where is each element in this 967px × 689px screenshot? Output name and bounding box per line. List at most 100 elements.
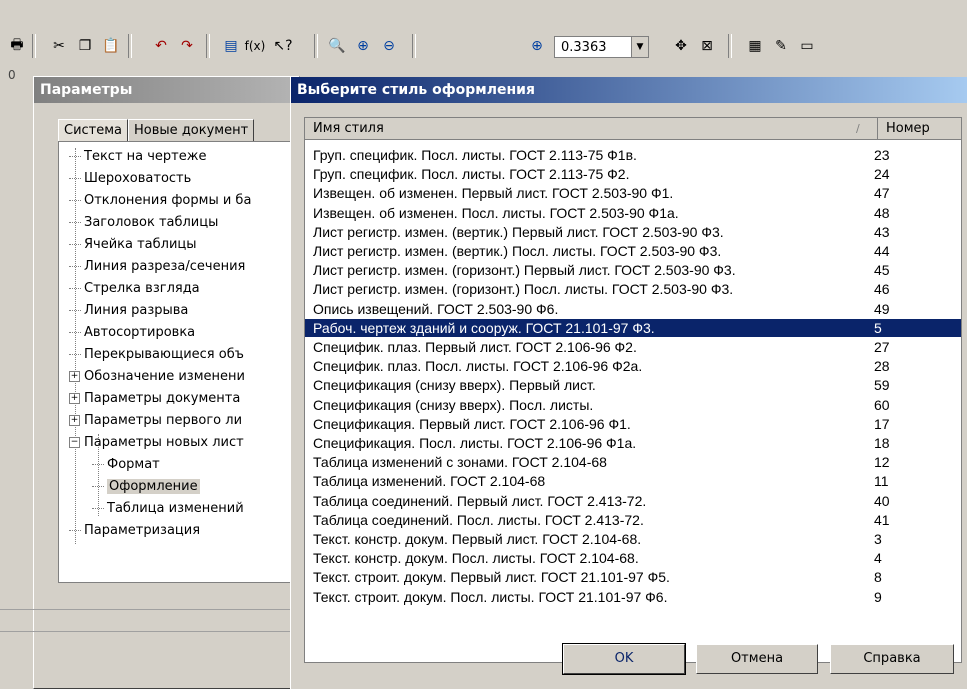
column-header-name[interactable]: Имя стиля ∕ xyxy=(305,118,878,140)
cut-icon[interactable]: ✂ xyxy=(48,35,70,57)
paste-icon[interactable]: 📋 xyxy=(100,35,122,57)
tree-item[interactable]: Автосортировка xyxy=(69,322,195,343)
tree-item[interactable]: Стрелка взгляда xyxy=(69,278,200,299)
tree-item[interactable]: + Параметры документа xyxy=(69,388,240,409)
tree-item[interactable]: + Параметры первого ли xyxy=(69,410,242,431)
style-name-cell: Таблица изменений. ГОСТ 2.104-68 xyxy=(313,473,546,490)
context-help-icon[interactable]: ↖? xyxy=(272,35,294,57)
formula-icon[interactable]: f(x) xyxy=(244,35,266,57)
redo-icon[interactable]: ↷ xyxy=(176,35,198,57)
wrench-icon[interactable]: ✎ xyxy=(770,35,792,57)
style-number-cell: 28 xyxy=(874,358,890,375)
show-all-icon[interactable]: ⊠ xyxy=(696,35,718,57)
zoom-dropdown-icon[interactable]: ▼ xyxy=(631,36,649,58)
tab-new-documents[interactable]: Новые документ xyxy=(128,119,255,142)
manager-icon[interactable]: ▤ xyxy=(220,35,242,57)
table-row[interactable]: Таблица изменений. ГОСТ 2.104-68 11 xyxy=(305,472,961,490)
style-list[interactable]: Имя стиля ∕ Номер Груп. специфик. Посл. … xyxy=(304,117,962,663)
table-row[interactable]: Текст. строит. докум. Посл. листы. ГОСТ … xyxy=(305,588,961,606)
table-row[interactable]: Текст. констр. докум. Посл. листы. ГОСТ … xyxy=(305,549,961,567)
style-number-cell: 27 xyxy=(874,339,890,355)
style-name-cell: Лист регистр. измен. (вертик.) Первый ли… xyxy=(313,223,724,240)
tree-item[interactable]: Шероховатость xyxy=(69,168,191,189)
tab-system[interactable]: Система xyxy=(58,119,129,142)
table-row[interactable]: Спецификация. Посл. листы. ГОСТ 2.106-96… xyxy=(305,434,961,452)
tree-item[interactable]: Формат xyxy=(92,454,160,475)
style-number-cell: 43 xyxy=(874,223,890,240)
tree-item[interactable]: Ячейка таблицы xyxy=(69,234,197,255)
tree-item[interactable]: Таблица изменений xyxy=(92,498,244,519)
tree-item[interactable]: + Обозначение изменени xyxy=(69,366,245,387)
table-row[interactable]: Специфик. плаз. Посл. листы. ГОСТ 2.106-… xyxy=(305,357,961,375)
ok-button[interactable]: OK xyxy=(562,643,686,675)
copy-icon[interactable]: ❐ xyxy=(74,35,96,57)
table-row[interactable]: Спецификация (снизу вверх). Первый лист.… xyxy=(305,376,961,394)
style-name-cell: Текст. строит. докум. Посл. листы. ГОСТ … xyxy=(313,588,668,605)
table-row[interactable]: Текст. строит. докум. Первый лист. ГОСТ … xyxy=(305,568,961,586)
print-preview-icon[interactable]: 🖶 xyxy=(6,35,28,57)
zoom-in-icon[interactable]: ⊕ xyxy=(352,35,374,57)
zoom-scale-icon[interactable]: ⊕ xyxy=(526,35,548,57)
table-row[interactable]: Спецификация. Первый лист. ГОСТ 2.106-96… xyxy=(305,415,961,433)
table-row[interactable]: Груп. специфик. Посл. листы. ГОСТ 2.113-… xyxy=(305,165,961,183)
tree-connector xyxy=(69,266,81,267)
table-row[interactable]: Опись извещений. ГОСТ 2.503-90 Ф6. 49 xyxy=(305,300,961,318)
expand-icon[interactable]: + xyxy=(69,371,80,382)
tree-item[interactable]: Отклонения формы и ба xyxy=(69,190,251,211)
table-row[interactable]: Текст. констр. докум. Первый лист. ГОСТ … xyxy=(305,530,961,548)
view-icon[interactable]: ▭ xyxy=(796,35,818,57)
tree-item[interactable]: Линия разреза/сечения xyxy=(69,256,245,277)
tree-item[interactable]: Оформление xyxy=(92,476,200,497)
style-name-cell: Таблица изменений с зонами. ГОСТ 2.104-6… xyxy=(313,454,607,471)
collapse-icon[interactable]: − xyxy=(69,437,80,448)
style-number-cell: 8 xyxy=(874,569,882,586)
style-name-cell: Спецификация (снизу вверх). Посл. листы. xyxy=(313,396,594,413)
column-header-number[interactable]: Номер xyxy=(878,118,961,140)
style-number-cell: 5 xyxy=(874,319,882,336)
table-row[interactable]: Таблица соединений. Первый лист. ГОСТ 2.… xyxy=(305,492,961,510)
style-name-cell: Спецификация. Посл. листы. ГОСТ 2.106-96… xyxy=(313,435,637,451)
table-row[interactable]: Таблица изменений с зонами. ГОСТ 2.104-6… xyxy=(305,453,961,471)
table-row[interactable]: Таблица соединений. Посл. листы. ГОСТ 2.… xyxy=(305,511,961,529)
table-row[interactable]: Извещен. об изменен. Посл. листы. ГОСТ 2… xyxy=(305,204,961,222)
parameters-tree[interactable]: Текст на чертеже Шероховатость Отклонения … xyxy=(58,141,298,583)
style-number-cell: 9 xyxy=(874,588,882,605)
tree-item[interactable]: Заголовок таблицы xyxy=(69,212,218,233)
style-number-cell: 40 xyxy=(874,492,890,509)
expand-icon[interactable]: + xyxy=(69,415,80,426)
table-row[interactable]: Груп. специфик. Посл. листы. ГОСТ 2.113-… xyxy=(305,146,961,164)
style-name-cell: Спецификация (снизу вверх). Первый лист. xyxy=(313,377,596,394)
style-name-cell: Груп. специфик. Посл. листы. ГОСТ 2.113-… xyxy=(313,166,630,183)
cancel-button[interactable]: Отмена xyxy=(696,644,818,674)
tree-item[interactable]: Линия разрыва xyxy=(69,300,188,321)
undo-icon[interactable]: ↶ xyxy=(150,35,172,57)
help-button[interactable]: Справка xyxy=(830,644,954,674)
pan-icon[interactable]: ✥ xyxy=(670,35,692,57)
table-row[interactable]: Лист регистр. измен. (вертик.) Первый ли… xyxy=(305,223,961,241)
table-row[interactable]: Рабоч. чертеж зданий и сооруж. ГОСТ 21.1… xyxy=(305,318,961,337)
tree-item[interactable]: Перекрывающиеся объ xyxy=(69,344,244,365)
tree-connector xyxy=(69,200,81,201)
menu-bar xyxy=(0,0,967,8)
style-name-cell: Текст. констр. докум. Посл. листы. ГОСТ … xyxy=(313,550,639,567)
tree-item[interactable]: Параметризация xyxy=(69,520,200,541)
table-row[interactable]: Спецификация (снизу вверх). Посл. листы.… xyxy=(305,396,961,414)
dialog-title: Выберите стиль оформления xyxy=(291,77,967,103)
table-row[interactable]: Лист регистр. измен. (вертик.) Посл. лис… xyxy=(305,242,961,260)
table-row[interactable]: Извещен. об изменен. Первый лист. ГОСТ 2… xyxy=(305,184,961,202)
table-row[interactable]: Лист регистр. измен. (горизонт.) Посл. л… xyxy=(305,280,961,298)
tree-item[interactable]: − Параметры новых лист xyxy=(69,432,244,453)
tree-connector xyxy=(69,288,81,289)
expand-icon[interactable]: + xyxy=(69,393,80,404)
tree-item-label: Отклонения формы и ба xyxy=(84,193,252,208)
zoom-window-icon[interactable]: 🔍 xyxy=(326,35,348,57)
tree-item[interactable]: Текст на чертеже xyxy=(69,146,206,167)
zoom-out-icon[interactable]: ⊖ xyxy=(378,35,400,57)
table-row[interactable]: Лист регистр. измен. (горизонт.) Первый … xyxy=(305,261,961,279)
tree-connector xyxy=(69,530,81,531)
style-number-cell: 47 xyxy=(874,185,890,202)
table-row[interactable]: Специфик. плаз. Первый лист. ГОСТ 2.106-… xyxy=(305,338,961,356)
main-toolbar: 🖶 ✂ ❐ 📋 ↶ ↷ ▤ f(x) ↖? 🔍 ⊕ ⊖ ⊕ 0.3363 ▼ ✥… xyxy=(0,8,967,67)
properties-icon[interactable]: ▦ xyxy=(744,35,766,57)
zoom-input[interactable]: 0.3363 xyxy=(554,36,632,58)
